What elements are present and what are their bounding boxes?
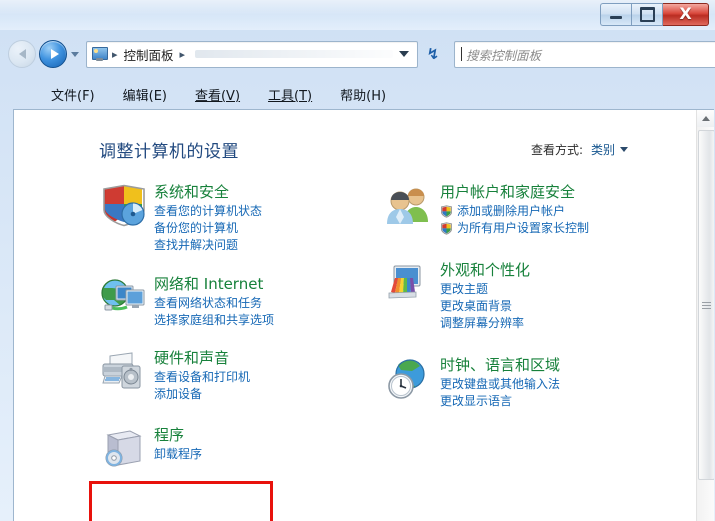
vertical-scrollbar[interactable] [696, 110, 714, 521]
window-controls: X [600, 2, 709, 26]
link-change-keyboard-input[interactable]: 更改键盘或其他输入法 [440, 376, 637, 393]
category-columns: 系统和安全 查看您的计算机状态 备份您的计算机 查找并解决问题 网络和 Inte… [14, 182, 704, 521]
link-view-network-status[interactable]: 查看网络状态和任务 [154, 295, 346, 312]
link-change-theme[interactable]: 更改主题 [440, 281, 637, 298]
category-title[interactable]: 硬件和声音 [154, 348, 346, 368]
category-clock-language-region[interactable]: 时钟、语言和区域 更改键盘或其他输入法 更改显示语言 [382, 355, 637, 410]
link-change-desktop-background[interactable]: 更改桌面背景 [440, 298, 637, 315]
category-title[interactable]: 用户帐户和家庭安全 [440, 182, 637, 202]
breadcrumb-empty-space [195, 50, 393, 58]
users-icon [386, 184, 434, 228]
category-column-right: 用户帐户和家庭安全 添加或删除用户帐户 为所有用户设置家长控制 外观和个性化 更… [382, 182, 637, 426]
menu-edit[interactable]: 编辑(E) [122, 83, 168, 106]
content-area: 调整计算机的设置 查看方式: 类别 系统和安全 查看您的计算机状态 备份您的计算… [13, 109, 714, 521]
menu-file[interactable]: 文件(F) [50, 83, 96, 106]
category-appearance-and-personalization[interactable]: 外观和个性化 更改主题 更改桌面背景 调整屏幕分辨率 [382, 260, 637, 332]
breadcrumb-control-panel[interactable]: 控制面板 [122, 44, 176, 65]
category-title[interactable]: 程序 [154, 425, 346, 445]
recent-pages-dropdown-icon[interactable] [71, 51, 79, 57]
close-icon: X [679, 4, 692, 23]
control-panel-icon [91, 46, 108, 62]
shield-and-disk-icon [100, 184, 148, 228]
link-add-remove-user-accounts[interactable]: 添加或删除用户帐户 [440, 203, 637, 220]
category-links: 添加或删除用户帐户 为所有用户设置家长控制 [440, 203, 637, 237]
view-by-control[interactable]: 查看方式: 类别 [531, 141, 628, 158]
menu-help[interactable]: 帮助(H) [339, 83, 387, 106]
refresh-icon: ↯ [426, 45, 440, 63]
menu-bar: 文件(F) 编辑(E) 查看(V) 工具(T) 帮助(H) [0, 80, 715, 108]
search-input[interactable]: 搜索控制面板 [466, 45, 715, 64]
category-system-and-security[interactable]: 系统和安全 查看您的计算机状态 备份您的计算机 查找并解决问题 [96, 182, 346, 254]
chevron-down-icon[interactable] [620, 147, 628, 152]
menu-tools[interactable]: 工具(T) [267, 83, 313, 106]
breadcrumb-separator-icon-2[interactable]: ▸ [180, 48, 186, 61]
monitor-and-colors-icon [386, 262, 434, 306]
link-view-devices-and-printers[interactable]: 查看设备和打印机 [154, 369, 346, 386]
category-links: 查看您的计算机状态 备份您的计算机 查找并解决问题 [154, 203, 346, 254]
link-homegroup-sharing[interactable]: 选择家庭组和共享选项 [154, 312, 346, 329]
view-by-label: 查看方式: [530, 143, 583, 157]
forward-button[interactable] [39, 40, 67, 68]
category-network-and-internet[interactable]: 网络和 Internet 查看网络状态和任务 选择家庭组和共享选项 [96, 274, 346, 329]
minimize-button[interactable] [600, 2, 631, 26]
category-user-accounts-and-family-safety[interactable]: 用户帐户和家庭安全 添加或删除用户帐户 为所有用户设置家长控制 [382, 182, 637, 237]
link-uninstall-program[interactable]: 卸载程序 [154, 446, 346, 463]
category-title[interactable]: 网络和 Internet [154, 274, 346, 294]
category-programs[interactable]: 程序 卸载程序 [96, 425, 346, 479]
link-backup-computer[interactable]: 备份您的计算机 [154, 220, 346, 237]
back-arrow-icon [18, 49, 26, 59]
category-hardware-and-sound[interactable]: 硬件和声音 查看设备和打印机 添加设备 [96, 348, 346, 403]
scroll-up-icon [701, 116, 710, 121]
link-check-computer-status[interactable]: 查看您的计算机状态 [154, 203, 346, 220]
category-links: 查看网络状态和任务 选择家庭组和共享选项 [154, 295, 346, 329]
uac-shield-icon [441, 222, 452, 235]
globe-and-clock-icon [386, 357, 434, 401]
category-links: 更改主题 更改桌面背景 调整屏幕分辨率 [440, 281, 637, 332]
minimize-icon [610, 16, 622, 19]
forward-arrow-icon [50, 49, 59, 59]
category-column-left: 系统和安全 查看您的计算机状态 备份您的计算机 查找并解决问题 网络和 Inte… [96, 182, 346, 495]
maximize-button[interactable] [631, 2, 663, 26]
link-label: 添加或删除用户帐户 [457, 204, 566, 218]
chevron-down-icon[interactable] [399, 51, 409, 57]
category-links: 查看设备和打印机 添加设备 [154, 369, 346, 403]
title-bar: X [0, 0, 715, 30]
search-box[interactable]: 搜索控制面板 [454, 40, 715, 68]
breadcrumb-separator-icon: ▸ [112, 47, 118, 61]
printer-and-speaker-icon [100, 350, 148, 394]
control-panel-window: X ▸ 控制面板 ▸ ↯ 搜索控制面板 文件(F) 编辑(E) 查看(V) 工具… [0, 0, 715, 521]
scrollbar-grip-icon [702, 300, 711, 311]
page-title: 调整计算机的设置 [99, 142, 239, 162]
program-box-icon [100, 427, 148, 471]
link-add-device[interactable]: 添加设备 [154, 386, 346, 403]
maximize-icon [639, 6, 655, 22]
uac-shield-icon [441, 205, 452, 218]
category-links: 卸载程序 [154, 446, 346, 463]
category-title[interactable]: 时钟、语言和区域 [440, 355, 637, 375]
search-caret [461, 47, 462, 61]
menu-view[interactable]: 查看(V) [194, 83, 241, 106]
refresh-button[interactable]: ↯ [420, 42, 446, 67]
globe-and-monitors-icon [100, 276, 148, 320]
close-button[interactable]: X [663, 2, 709, 26]
scrollbar-thumb[interactable] [698, 130, 714, 480]
link-label: 为所有用户设置家长控制 [457, 221, 590, 235]
category-title[interactable]: 系统和安全 [154, 182, 346, 202]
scroll-up-button[interactable] [697, 110, 714, 127]
view-by-value[interactable]: 类别 [591, 141, 615, 158]
category-title[interactable]: 外观和个性化 [440, 260, 637, 280]
link-parental-controls[interactable]: 为所有用户设置家长控制 [440, 220, 637, 237]
category-links: 更改键盘或其他输入法 更改显示语言 [440, 376, 637, 410]
address-input[interactable]: ▸ 控制面板 ▸ [86, 40, 418, 68]
link-adjust-screen-resolution[interactable]: 调整屏幕分辨率 [440, 315, 637, 332]
link-change-display-language[interactable]: 更改显示语言 [440, 393, 637, 410]
link-find-and-fix-problems[interactable]: 查找并解决问题 [154, 237, 346, 254]
address-bar: ▸ 控制面板 ▸ ↯ 搜索控制面板 [0, 32, 715, 76]
back-button[interactable] [8, 40, 36, 68]
